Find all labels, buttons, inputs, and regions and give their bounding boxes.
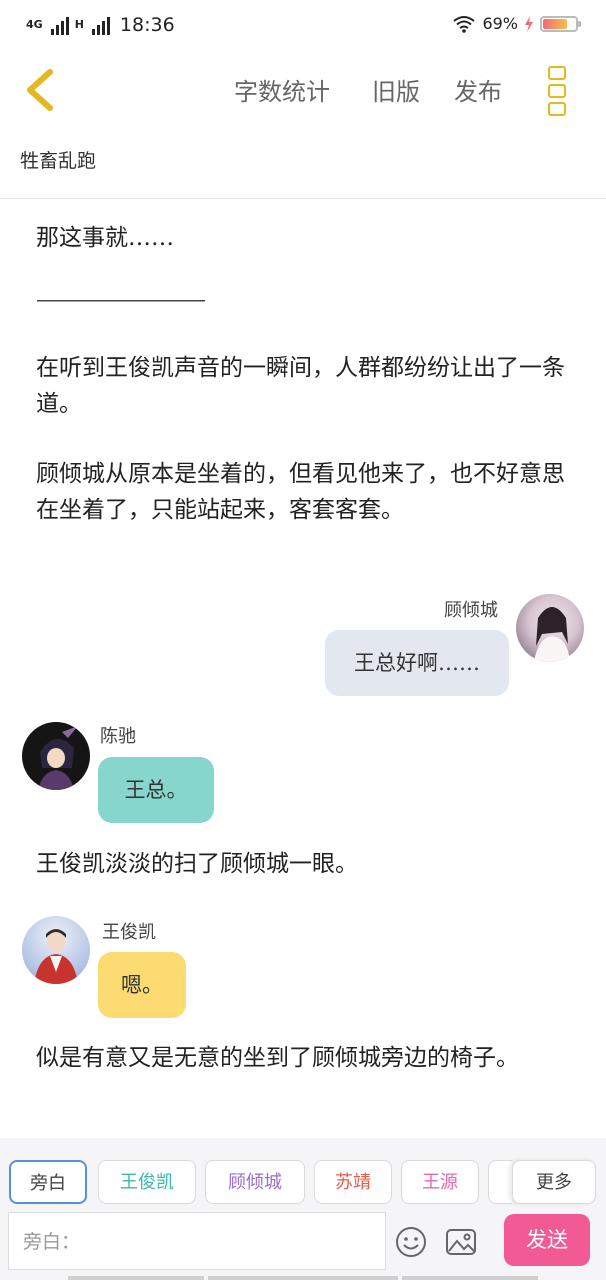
avatar-figure	[38, 726, 78, 790]
network-type-2: H	[74, 18, 84, 31]
status-left: 4G H 18:36	[26, 14, 175, 36]
nav-indicator	[402, 1276, 538, 1280]
signal-icon-2	[91, 15, 110, 35]
message-bubble[interactable]: 嗯。	[98, 952, 186, 1018]
role-chip[interactable]: 王俊凯	[98, 1160, 196, 1204]
speaker-name: 陈驰	[100, 726, 136, 747]
paragraph: 王俊凯淡淡的扫了顾倾城一眼。	[36, 851, 358, 877]
clock: 18:36	[119, 14, 175, 36]
input-panel: 旁白 王俊凯 顾倾城 苏靖 王源 更多 旁白： 发送	[0, 1138, 606, 1280]
nav-indicator	[68, 1276, 204, 1280]
avatar[interactable]	[22, 722, 90, 790]
more-roles-button[interactable]: 更多	[512, 1160, 596, 1204]
charging-icon	[525, 15, 533, 32]
message-input[interactable]: 旁白：	[8, 1212, 386, 1270]
message-bubble[interactable]: 王总。	[98, 757, 214, 823]
emoji-icon[interactable]	[395, 1226, 427, 1258]
speaker-name: 王俊凯	[102, 922, 156, 943]
role-chip-narration[interactable]: 旁白	[9, 1160, 87, 1204]
paragraph: 顾倾城从原本是坐着的，但看见他来了，也不好意思在坐着了，只能站起来，客套客套。	[36, 461, 565, 523]
avatar[interactable]	[22, 916, 90, 984]
paragraph: 在听到王俊凯声音的一瞬间，人群都纷纷让出了一条道。	[36, 355, 565, 417]
separator-line: ————————	[36, 287, 206, 313]
more-menu-icon[interactable]	[546, 66, 568, 116]
network-type-1: 4G	[26, 18, 43, 31]
role-chip-partial[interactable]	[488, 1160, 512, 1204]
battery-percent: 69%	[482, 14, 518, 33]
wifi-icon	[453, 15, 476, 33]
avatar-figure	[534, 607, 570, 662]
send-button[interactable]: 发送	[504, 1214, 590, 1266]
nav-indicator	[208, 1276, 398, 1280]
document-title[interactable]: 牲畜乱跑	[20, 146, 96, 173]
signal-icon	[50, 15, 69, 35]
paragraph: 似是有意又是无意的坐到了顾倾城旁边的椅子。	[36, 1045, 519, 1071]
publish-button[interactable]: 发布	[454, 72, 502, 107]
status-right: 69%	[452, 14, 581, 33]
image-icon[interactable]	[445, 1227, 477, 1257]
speaker-name: 顾倾城	[444, 600, 498, 621]
status-bar: 4G H 18:36 69%	[0, 0, 606, 52]
role-chip[interactable]: 苏靖	[314, 1160, 392, 1204]
role-chip[interactable]: 顾倾城	[205, 1160, 305, 1204]
avatar-figure	[34, 929, 78, 984]
role-chip[interactable]: 王源	[401, 1160, 479, 1204]
divider	[0, 198, 606, 199]
paragraph: 那这事就……	[36, 225, 174, 251]
message-bubble[interactable]: 王总好啊……	[325, 630, 509, 696]
avatar[interactable]	[516, 594, 584, 662]
old-version-button[interactable]: 旧版	[372, 72, 420, 107]
battery-icon	[540, 15, 581, 32]
chevron-left-icon	[27, 69, 53, 111]
word-count-button[interactable]: 字数统计	[234, 72, 330, 107]
back-button[interactable]	[22, 68, 62, 112]
top-bar: 字数统计 旧版 发布	[0, 52, 606, 130]
